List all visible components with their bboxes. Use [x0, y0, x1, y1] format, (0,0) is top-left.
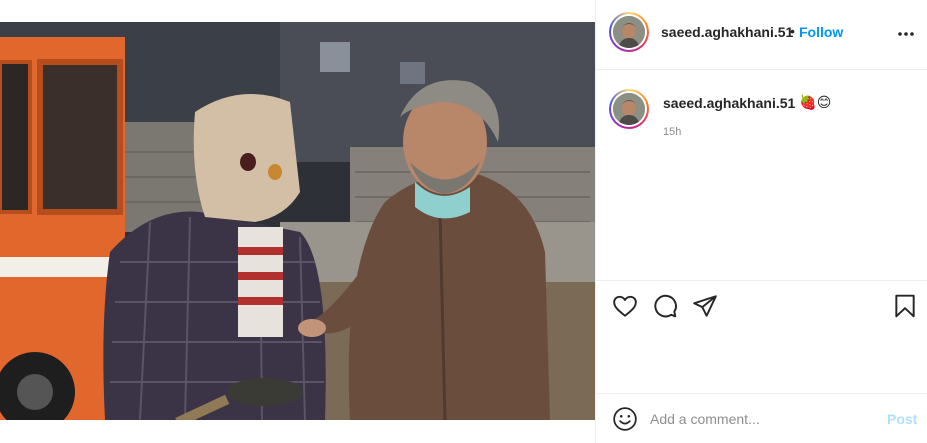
paper-plane-icon[interactable] [692, 293, 718, 319]
post-photo[interactable] [0, 22, 595, 420]
comment-bubble-icon[interactable] [652, 293, 678, 319]
avatar-image [613, 93, 645, 125]
comment-input[interactable] [650, 408, 870, 430]
caption-avatar[interactable] [609, 89, 649, 129]
post-photo-image [0, 22, 595, 420]
post-side-panel: saeed.aghakhani.51 • Follow saeed.aghakh… [595, 0, 927, 443]
actions-bar [596, 280, 927, 393]
smiley-icon[interactable] [612, 406, 638, 432]
follow-button[interactable]: Follow [799, 24, 843, 40]
caption-username-link[interactable]: saeed.aghakhani.51 [663, 95, 795, 111]
bookmark-icon[interactable] [892, 293, 918, 319]
avatar[interactable] [609, 12, 649, 52]
comment-bar: Post [596, 393, 927, 443]
caption: saeed.aghakhani.51 🍓😊 [663, 94, 831, 111]
post-header: saeed.aghakhani.51 • Follow [596, 0, 927, 70]
separator-dot: • [790, 23, 795, 39]
more-options-icon[interactable] [896, 24, 916, 44]
heart-icon[interactable] [612, 293, 638, 319]
caption-text: 🍓😊 [799, 94, 832, 110]
post-comment-button[interactable]: Post [887, 411, 917, 427]
post-timestamp[interactable]: 15h [663, 126, 681, 138]
username-link[interactable]: saeed.aghakhani.51 [661, 24, 793, 40]
avatar-image [613, 16, 645, 48]
